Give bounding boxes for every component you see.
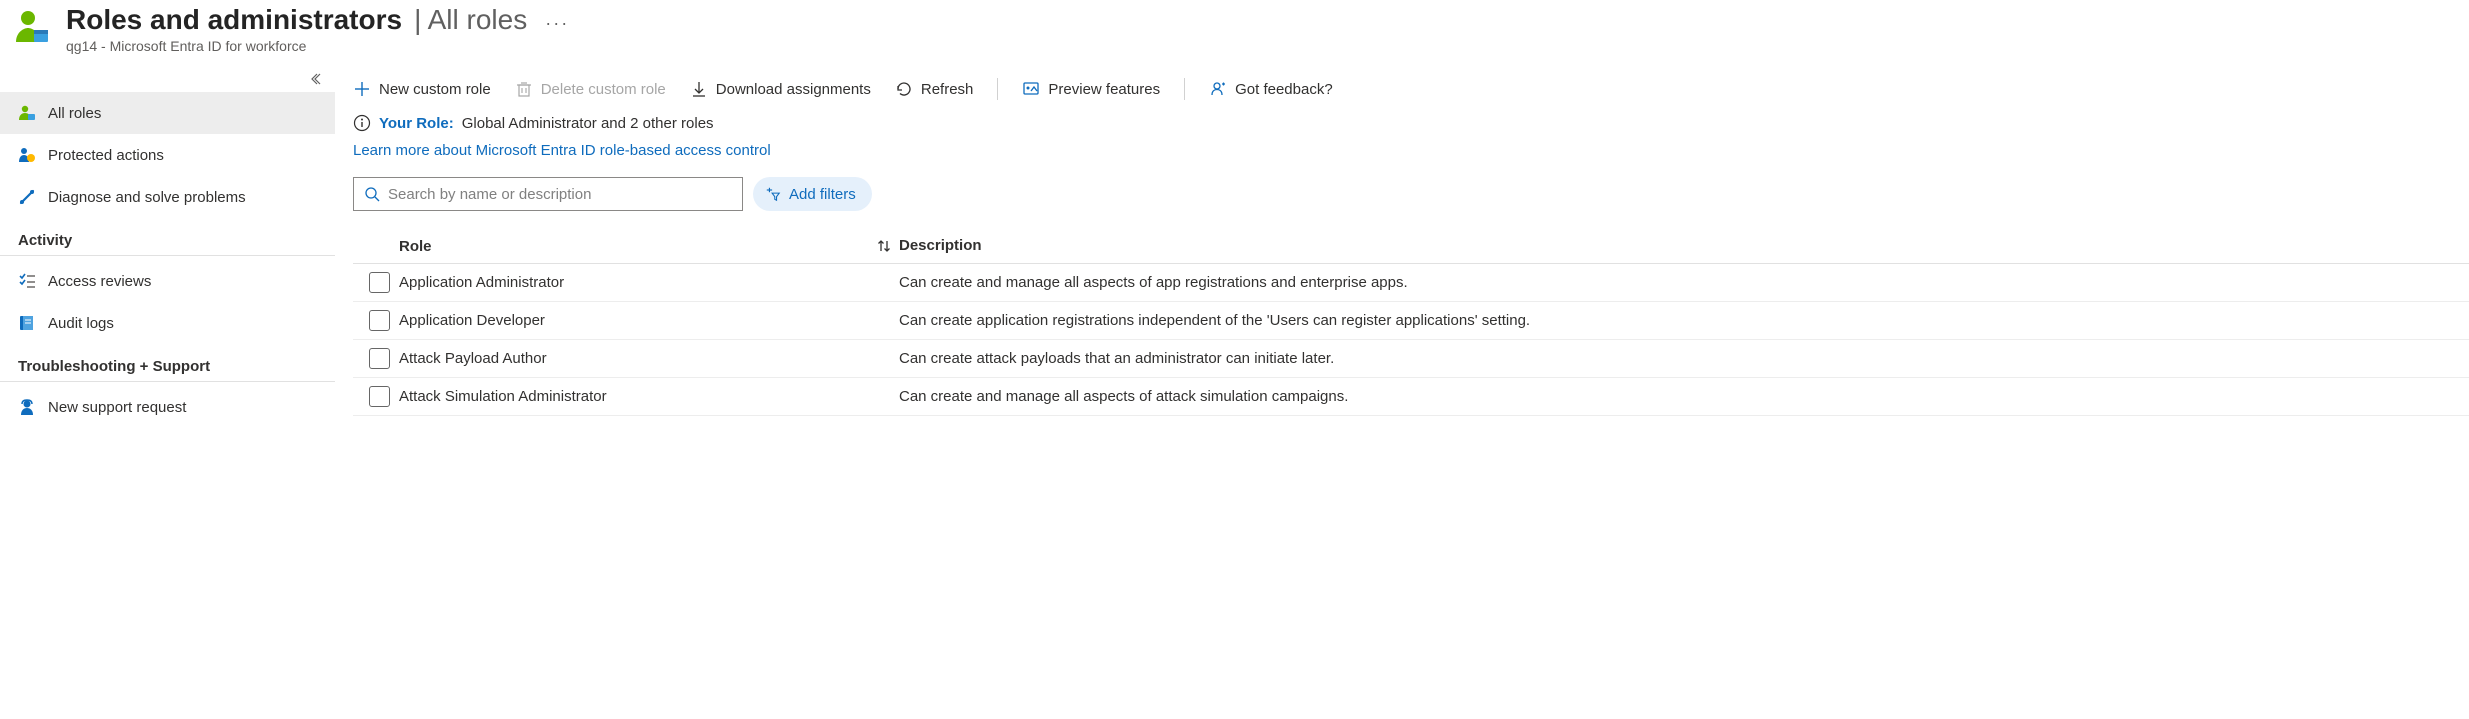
plus-icon <box>353 80 371 98</box>
row-checkbox[interactable] <box>369 386 390 407</box>
got-feedback-button[interactable]: Got feedback? <box>1209 80 1333 98</box>
sidebar-item-all-roles[interactable]: All roles <box>0 92 335 134</box>
search-icon <box>364 186 380 202</box>
preview-features-button[interactable]: Preview features <box>1022 80 1160 98</box>
your-role-label: Your Role: <box>379 115 454 132</box>
page-header: Roles and administrators | All roles ···… <box>0 0 2469 62</box>
sidebar-item-audit-logs[interactable]: Audit logs <box>0 302 335 344</box>
delete-custom-role-button: Delete custom role <box>515 80 666 98</box>
person-icon <box>18 104 36 122</box>
sidebar-item-access-reviews[interactable]: Access reviews <box>0 260 335 302</box>
collapse-sidebar-icon[interactable] <box>307 71 323 87</box>
roles-table: Role Description Application Ad <box>353 229 2469 416</box>
wrench-icon <box>18 188 36 206</box>
sort-icon <box>875 237 893 255</box>
feedback-icon <box>1209 80 1227 98</box>
role-description: Can create and manage all aspects of att… <box>899 388 2469 405</box>
book-icon <box>18 314 36 332</box>
table-header: Role Description <box>353 229 2469 264</box>
row-checkbox[interactable] <box>369 310 390 331</box>
support-person-icon <box>18 398 36 416</box>
main-content: New custom role Delete custom role Downl… <box>335 62 2469 428</box>
role-description: Can create and manage all aspects of app… <box>899 274 2469 291</box>
role-description: Can create application registrations ind… <box>899 312 2469 329</box>
sort-button[interactable] <box>869 237 899 255</box>
trash-icon <box>515 80 533 98</box>
toolbar-separator <box>997 78 998 100</box>
table-row[interactable]: Attack Payload Author Can create attack … <box>353 340 2469 378</box>
your-role-value: Global Administrator and 2 other roles <box>462 115 714 132</box>
search-input[interactable] <box>353 177 743 211</box>
page-title: Roles and administrators <box>66 4 402 36</box>
sidebar-section-troubleshooting: Troubleshooting + Support <box>0 344 335 382</box>
checklist-icon <box>18 272 36 290</box>
role-description: Can create attack payloads that an admin… <box>899 350 2469 367</box>
sidebar-item-label: New support request <box>48 399 186 416</box>
role-name[interactable]: Application Administrator <box>399 274 869 291</box>
add-filters-button[interactable]: Add filters <box>753 177 872 211</box>
sidebar-item-label: All roles <box>48 105 101 122</box>
sidebar-item-diagnose[interactable]: Diagnose and solve problems <box>0 176 335 218</box>
row-checkbox[interactable] <box>369 272 390 293</box>
sidebar-section-activity: Activity <box>0 218 335 256</box>
info-icon <box>353 114 371 132</box>
breadcrumb: qg14 - Microsoft Entra ID for workforce <box>66 38 569 54</box>
roles-admins-icon <box>12 8 52 48</box>
row-checkbox[interactable] <box>369 348 390 369</box>
shield-person-icon <box>18 146 36 164</box>
sidebar-item-new-support-request[interactable]: New support request <box>0 386 335 428</box>
role-name[interactable]: Application Developer <box>399 312 869 329</box>
more-actions-button[interactable]: ··· <box>545 13 569 34</box>
new-custom-role-button[interactable]: New custom role <box>353 80 491 98</box>
column-description-header[interactable]: Description <box>899 237 2469 255</box>
table-row[interactable]: Attack Simulation Administrator Can crea… <box>353 378 2469 416</box>
refresh-button[interactable]: Refresh <box>895 80 974 98</box>
sidebar-item-label: Audit logs <box>48 315 114 332</box>
page-title-suffix: | All roles <box>414 4 527 36</box>
refresh-icon <box>895 80 913 98</box>
table-row[interactable]: Application Developer Can create applica… <box>353 302 2469 340</box>
sidebar-item-label: Protected actions <box>48 147 164 164</box>
sidebar-item-label: Access reviews <box>48 273 151 290</box>
filter-icon <box>765 186 781 202</box>
command-bar: New custom role Delete custom role Downl… <box>353 72 2469 110</box>
learn-more-link[interactable]: Learn more about Microsoft Entra ID role… <box>353 138 771 177</box>
sidebar-item-label: Diagnose and solve problems <box>48 189 246 206</box>
toolbar-separator <box>1184 78 1185 100</box>
preview-icon <box>1022 80 1040 98</box>
search-field[interactable] <box>388 186 732 203</box>
filter-row: Add filters <box>353 177 2469 211</box>
sidebar-item-protected-actions[interactable]: Protected actions <box>0 134 335 176</box>
role-name[interactable]: Attack Payload Author <box>399 350 869 367</box>
table-row[interactable]: Application Administrator Can create and… <box>353 264 2469 302</box>
role-name[interactable]: Attack Simulation Administrator <box>399 388 869 405</box>
download-icon <box>690 80 708 98</box>
download-assignments-button[interactable]: Download assignments <box>690 80 871 98</box>
sidebar: All roles Protected actions Diagnose and… <box>0 62 335 428</box>
column-role-header[interactable]: Role <box>399 237 869 255</box>
your-role-info: Your Role: Global Administrator and 2 ot… <box>353 110 2469 138</box>
